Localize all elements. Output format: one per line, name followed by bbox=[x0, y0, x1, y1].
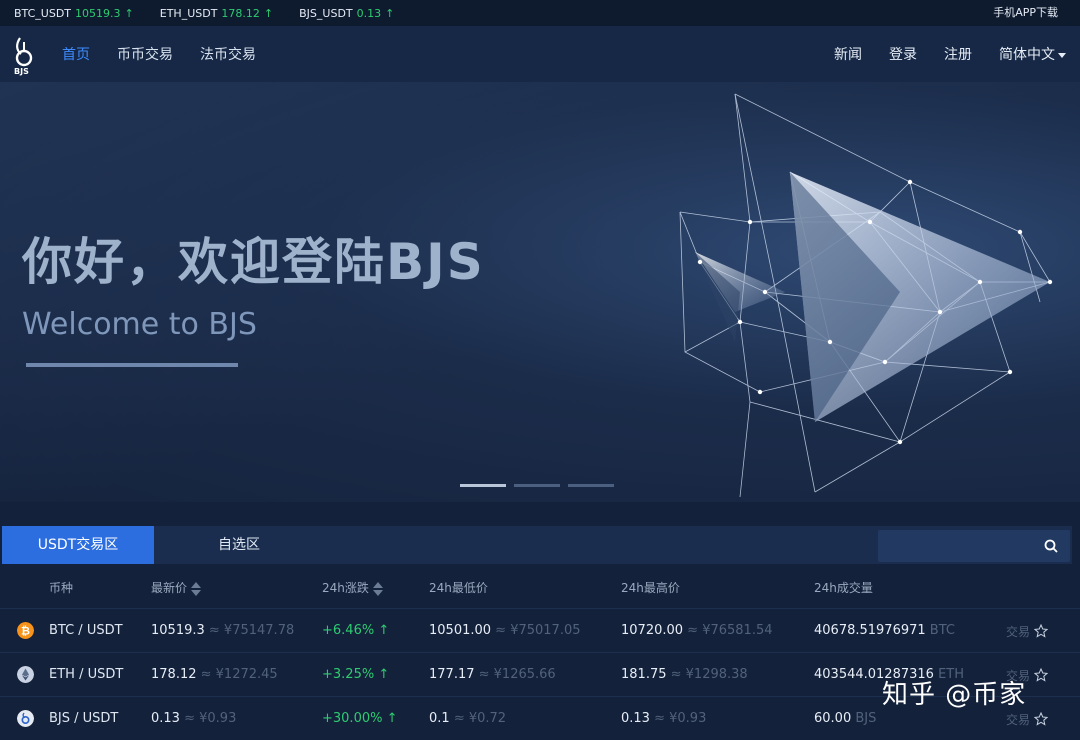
svg-text:₿: ₿ bbox=[21, 625, 30, 638]
search-input[interactable] bbox=[878, 530, 1070, 562]
ticker-price: 10519.3 bbox=[75, 6, 121, 20]
language-select[interactable]: 简体中文 bbox=[999, 44, 1066, 64]
hero-underline bbox=[26, 363, 238, 367]
app-download-link[interactable]: 手机APP下载 bbox=[993, 0, 1058, 26]
bitcoin-icon: ₿ bbox=[17, 622, 34, 639]
row-pair: BJS / USDT bbox=[49, 711, 119, 726]
row-low-cny: ≈ ¥1265.66 bbox=[478, 667, 556, 682]
nav-register[interactable]: 注册 bbox=[944, 44, 972, 64]
row-volume-unit: BTC bbox=[929, 623, 955, 638]
row-change: +3.25% ↑ bbox=[322, 667, 390, 682]
header-label: 最新价 bbox=[151, 581, 188, 595]
logo-text: BJS bbox=[14, 67, 29, 76]
row-low: 10501.00 bbox=[429, 623, 492, 638]
ticker-eth[interactable]: ETH_USDT 178.12 ↑ bbox=[160, 7, 273, 20]
main-nav: BJS 首页 币币交易 法币交易 新闻 登录 注册 简体中文 bbox=[0, 26, 1080, 82]
up-arrow-icon: ↑ bbox=[385, 6, 395, 20]
carousel-dot[interactable] bbox=[568, 484, 614, 487]
bjs-icon bbox=[17, 710, 34, 727]
ethereum-icon bbox=[17, 666, 34, 683]
header-label: 24h涨跌 bbox=[322, 581, 369, 595]
sort-icon[interactable] bbox=[190, 581, 202, 596]
row-change: +6.46% ↑ bbox=[322, 623, 390, 638]
up-arrow-icon: ↑ bbox=[124, 6, 134, 20]
row-high-cny: ≈ ¥0.93 bbox=[654, 711, 707, 726]
header-low: 24h最低价 bbox=[429, 581, 488, 595]
star-icon[interactable] bbox=[1034, 668, 1049, 682]
language-label: 简体中文 bbox=[999, 47, 1055, 63]
header-volume: 24h成交量 bbox=[814, 581, 873, 595]
carousel-indicators bbox=[460, 484, 614, 487]
sort-icon[interactable] bbox=[372, 581, 384, 596]
row-volume: 40678.51976971 bbox=[814, 623, 926, 638]
row-last: 178.12 bbox=[151, 667, 197, 682]
row-low-cny: ≈ ¥0.72 bbox=[453, 711, 507, 726]
ticker-btc[interactable]: BTC_USDT 10519.3 ↑ bbox=[14, 7, 134, 20]
header-coin: 币种 bbox=[49, 581, 74, 595]
row-volume-unit: BJS bbox=[855, 711, 877, 726]
up-arrow-icon: ↑ bbox=[263, 6, 274, 20]
row-pair: ETH / USDT bbox=[49, 667, 124, 682]
market-tabs: USDT交易区 自选区 bbox=[2, 526, 1072, 564]
ticker-pair: BTC_USDT bbox=[14, 6, 72, 20]
search-icon[interactable] bbox=[1044, 539, 1058, 553]
nav-fiat-trading[interactable]: 法币交易 bbox=[200, 44, 256, 64]
row-high-cny: ≈ ¥76581.54 bbox=[687, 623, 773, 638]
row-high-cny: ≈ ¥1298.38 bbox=[670, 667, 748, 682]
hero-title-cn: 你好，欢迎登陆BJS bbox=[22, 233, 485, 291]
zhihu-watermark: 知乎 @币家 bbox=[882, 680, 1027, 710]
hero-banner[interactable]: 你好，欢迎登陆BJS Welcome to BJS bbox=[0, 82, 1080, 502]
star-icon[interactable] bbox=[1034, 712, 1049, 726]
nav-links: 首页 币币交易 法币交易 bbox=[62, 26, 256, 82]
row-low: 177.17 bbox=[429, 667, 475, 682]
ticker-price: 178.12 bbox=[221, 6, 260, 20]
table-row[interactable]: ₿ BTC / USDT 10519.3 ≈ ¥75147.78 +6.46% … bbox=[0, 608, 1080, 652]
carousel-dot[interactable] bbox=[514, 484, 560, 487]
row-last-cny: ≈ ¥1272.45 bbox=[200, 667, 278, 682]
ticker-bar: BTC_USDT 10519.3 ↑ ETH_USDT 178.12 ↑ BJS… bbox=[0, 0, 1080, 26]
star-icon[interactable] bbox=[1034, 624, 1049, 638]
caret-down-icon bbox=[1058, 52, 1066, 58]
bjs-logo[interactable]: BJS bbox=[12, 36, 38, 76]
ticker-price: 0.13 bbox=[356, 6, 382, 20]
row-last: 10519.3 bbox=[151, 623, 205, 638]
trade-link[interactable]: 交易 bbox=[1006, 625, 1030, 639]
paper-plane-graphic bbox=[679, 93, 1053, 498]
nav-login[interactable]: 登录 bbox=[889, 44, 917, 64]
nav-right: 新闻 登录 注册 简体中文 bbox=[834, 26, 1066, 82]
tab-favorites[interactable]: 自选区 bbox=[154, 526, 324, 564]
ticker-pair: BJS_USDT bbox=[299, 6, 353, 20]
row-change: +30.00% ↑ bbox=[322, 711, 398, 726]
tab-usdt-zone[interactable]: USDT交易区 bbox=[2, 526, 154, 564]
nav-home[interactable]: 首页 bbox=[62, 44, 90, 64]
row-last-cny: ≈ ¥0.93 bbox=[184, 711, 237, 726]
header-high: 24h最高价 bbox=[621, 581, 680, 595]
header-last-price[interactable]: 最新价 bbox=[151, 579, 202, 596]
ticker-pair: ETH_USDT bbox=[159, 6, 218, 20]
ticker-bjs[interactable]: BJS_USDT 0.13 ↑ bbox=[299, 7, 394, 20]
row-last: 0.13 bbox=[151, 711, 180, 726]
hero-title-en: Welcome to BJS bbox=[22, 307, 257, 342]
table-header: 币种 最新价 24h涨跌 24h最低价 24h最高价 24h成交量 bbox=[0, 576, 1080, 598]
trade-link[interactable]: 交易 bbox=[1006, 713, 1030, 727]
nav-news[interactable]: 新闻 bbox=[834, 44, 862, 64]
row-low-cny: ≈ ¥75017.05 bbox=[495, 623, 581, 638]
row-last-cny: ≈ ¥75147.78 bbox=[208, 623, 295, 638]
row-high: 10720.00 bbox=[621, 623, 684, 638]
nav-coin-trading[interactable]: 币币交易 bbox=[117, 44, 173, 64]
row-low: 0.1 bbox=[429, 711, 450, 726]
row-pair: BTC / USDT bbox=[49, 623, 123, 638]
row-high: 181.75 bbox=[621, 667, 667, 682]
header-change[interactable]: 24h涨跌 bbox=[322, 579, 384, 596]
carousel-dot[interactable] bbox=[460, 484, 506, 487]
row-volume: 60.00 bbox=[814, 711, 852, 726]
row-high: 0.13 bbox=[621, 711, 650, 726]
